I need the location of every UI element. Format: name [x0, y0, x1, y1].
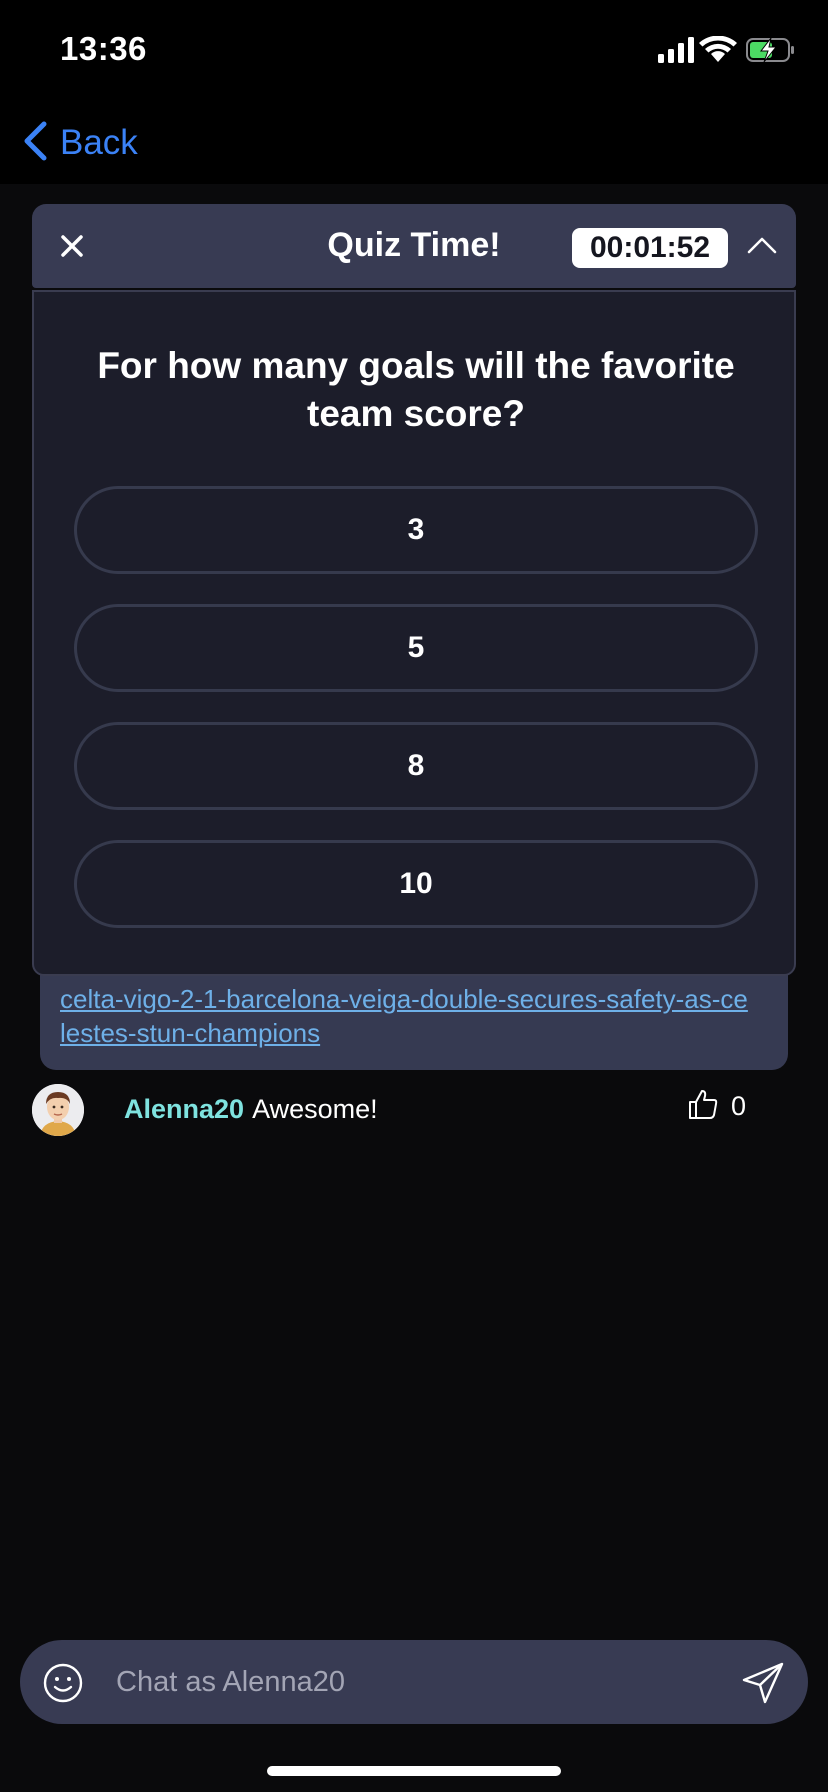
wifi-icon [699, 35, 737, 62]
article-link[interactable]: celta-vigo-2-1-barcelona-veiga-double-se… [60, 984, 748, 1048]
avatar[interactable] [32, 1084, 84, 1136]
quiz-option[interactable]: 3 [74, 486, 758, 574]
quiz-header: Quiz Time! 00:01:52 [32, 204, 796, 288]
status-bar: 13:36 [0, 0, 828, 100]
home-indicator [267, 1766, 561, 1776]
back-button[interactable]: Back [22, 118, 138, 168]
chat-input-bar [20, 1640, 808, 1724]
chat-input[interactable] [116, 1658, 716, 1706]
quiz-option[interactable]: 10 [74, 840, 758, 928]
back-label: Back [60, 123, 138, 162]
quiz-option[interactable]: 8 [74, 722, 758, 810]
message-text: Alenna20 Awesome! [124, 1094, 378, 1125]
emoji-smile-icon[interactable] [42, 1662, 84, 1704]
like-button[interactable]: 0 [687, 1088, 746, 1125]
chat-message: Alenna20 Awesome! 0 [32, 1084, 796, 1138]
quiz-body: For how many goals will the favorite tea… [32, 290, 796, 976]
battery-charging-icon [746, 37, 794, 63]
status-time: 13:36 [60, 30, 147, 67]
quiz-question: For how many goals will the favorite tea… [97, 345, 735, 434]
cellular-signal-icon [658, 37, 694, 63]
quiz-option[interactable]: 5 [74, 604, 758, 692]
thumbs-up-icon [687, 1088, 719, 1125]
message-body: Awesome! [252, 1094, 378, 1124]
chevron-up-icon[interactable] [744, 228, 780, 264]
quiz-timer: 00:01:52 [572, 228, 728, 268]
status-icons [658, 35, 794, 64]
message-username[interactable]: Alenna20 [124, 1094, 244, 1124]
like-count: 0 [730, 1091, 746, 1121]
chevron-left-icon [22, 121, 48, 166]
send-paper-plane-icon[interactable] [740, 1660, 786, 1706]
nav-bar: Back [0, 100, 828, 184]
